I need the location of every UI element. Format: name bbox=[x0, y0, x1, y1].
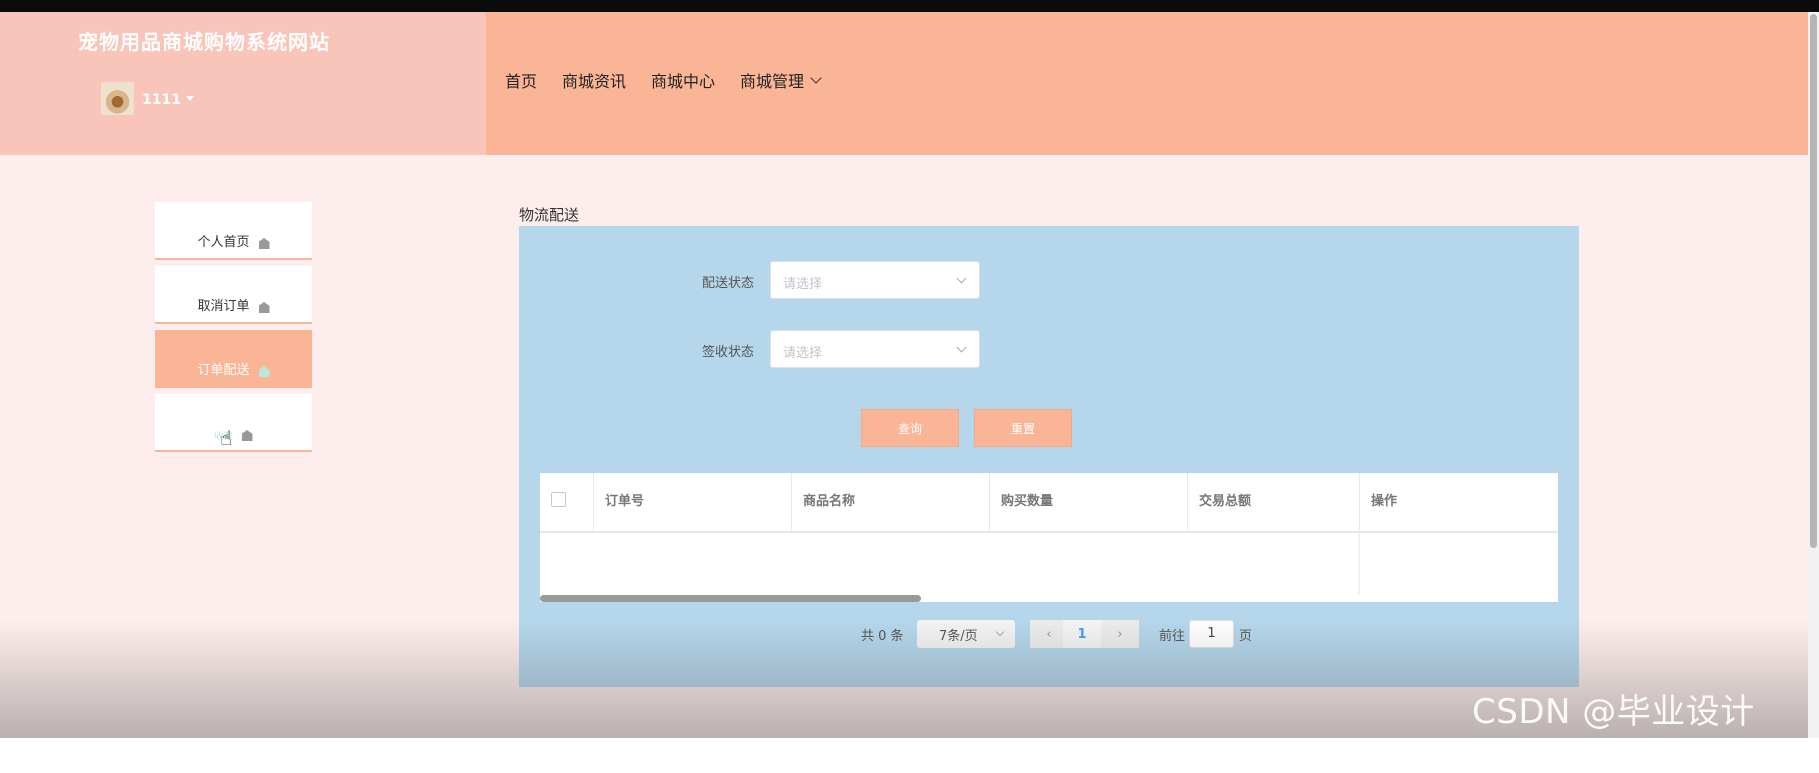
nav-item-label: 商城管理 bbox=[740, 72, 805, 91]
goto-page-input[interactable]: 1 bbox=[1189, 620, 1234, 648]
sidebar-item-label: 订单配送 bbox=[197, 363, 250, 378]
column-divider bbox=[1358, 533, 1360, 595]
home-icon bbox=[258, 302, 270, 313]
nav-item-label: 商城资讯 bbox=[562, 72, 627, 91]
select-placeholder: 请选择 bbox=[783, 277, 823, 292]
goto-suffix: 页 bbox=[1239, 628, 1253, 644]
search-button[interactable]: 查询 bbox=[861, 409, 959, 447]
watermark: CSDN @毕业设计703 bbox=[1472, 692, 1755, 773]
sidebar-item-label: 取消订单 bbox=[197, 299, 250, 314]
sidebar-item-profile[interactable]: 个人首页 bbox=[155, 202, 312, 260]
sign-status-label: 签收状态 bbox=[702, 345, 755, 360]
column-header-order-no[interactable]: 订单号 bbox=[594, 473, 792, 531]
site-title: 宠物用品商城购物系统网站 bbox=[78, 30, 330, 54]
column-header-product-name[interactable]: 商品名称 bbox=[792, 473, 990, 531]
page-size-select[interactable]: 7条/页 bbox=[917, 620, 1015, 648]
nav-item-manage[interactable]: 商城管理 bbox=[740, 68, 822, 92]
chevron-left-icon: ‹ bbox=[1046, 626, 1052, 642]
sign-status-select[interactable]: 请选择 bbox=[770, 330, 980, 368]
home-icon bbox=[258, 238, 270, 249]
next-page-button[interactable]: › bbox=[1101, 620, 1139, 648]
table-header: 订单号 商品名称 购买数量 交易总额 操作 bbox=[540, 473, 1558, 533]
chevron-down-icon bbox=[995, 627, 1005, 637]
chevron-down-icon bbox=[956, 342, 967, 353]
goto-prefix: 前往 bbox=[1159, 628, 1186, 644]
user-name[interactable]: 1111 bbox=[142, 92, 181, 108]
sidebar-item-label: 个人首页 bbox=[197, 235, 250, 250]
nav-item-home[interactable]: 首页 bbox=[505, 68, 537, 92]
sidebar-item-order-delivery[interactable]: 订单配送 bbox=[155, 330, 312, 388]
vertical-scrollbar-thumb[interactable] bbox=[1810, 14, 1817, 548]
sidebar-item-favorites[interactable]: 收藏 bbox=[155, 394, 312, 452]
home-icon bbox=[258, 366, 270, 377]
delivery-status-label: 配送状态 bbox=[702, 276, 755, 291]
main-nav: 首页 商城资讯 商城中心 商城管理 bbox=[505, 68, 845, 92]
section-title: 物流配送 bbox=[519, 206, 580, 224]
pagination-total: 共 0 条 bbox=[861, 628, 904, 644]
reset-button[interactable]: 重置 bbox=[974, 409, 1072, 447]
page-size-value: 7条/页 bbox=[939, 628, 978, 644]
nav-item-center[interactable]: 商城中心 bbox=[651, 68, 715, 92]
column-header-quantity[interactable]: 购买数量 bbox=[990, 473, 1188, 531]
delivery-status-select[interactable]: 请选择 bbox=[770, 261, 980, 299]
nav-item-label: 首页 bbox=[505, 72, 538, 91]
select-all-column bbox=[540, 473, 594, 531]
hand-cursor-icon: ☝ bbox=[220, 426, 233, 450]
chevron-down-icon bbox=[810, 71, 822, 84]
chevron-right-icon: › bbox=[1117, 626, 1123, 642]
caret-down-icon[interactable] bbox=[186, 96, 194, 101]
select-placeholder: 请选择 bbox=[783, 346, 823, 361]
avatar[interactable] bbox=[101, 82, 134, 115]
nav-item-label: 商城中心 bbox=[651, 72, 716, 91]
column-header-total[interactable]: 交易总额 bbox=[1188, 473, 1360, 531]
content-panel bbox=[519, 226, 1579, 687]
horizontal-scrollbar-thumb[interactable] bbox=[540, 595, 921, 602]
sidebar-item-cancel-order[interactable]: 取消订单 bbox=[155, 266, 312, 324]
browser-top-bar bbox=[0, 0, 1819, 12]
home-icon bbox=[241, 430, 253, 441]
page-number-button[interactable]: 1 bbox=[1063, 620, 1101, 648]
column-header-actions: 操作 bbox=[1371, 494, 1398, 509]
data-table: 订单号 商品名称 购买数量 交易总额 操作 bbox=[540, 473, 1558, 602]
chevron-down-icon bbox=[956, 273, 967, 284]
select-all-checkbox[interactable] bbox=[551, 492, 566, 507]
nav-item-news[interactable]: 商城资讯 bbox=[562, 68, 626, 92]
